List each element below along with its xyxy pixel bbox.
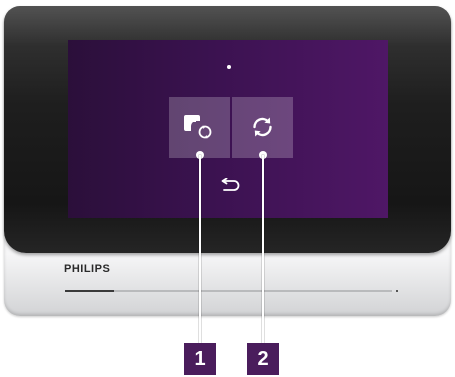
brand-logo: PHILIPS — [64, 263, 111, 275]
sync-button[interactable] — [232, 97, 293, 158]
rotate-screen-button[interactable] — [169, 97, 230, 158]
status-indicator-dot — [227, 65, 231, 69]
callout-2-label: 2 — [247, 343, 279, 375]
rotate-screen-icon — [184, 115, 212, 139]
callout-1-label: 1 — [184, 343, 216, 375]
back-arrow-icon[interactable] — [219, 178, 241, 194]
volume-slider[interactable] — [65, 290, 392, 292]
slider-fill — [65, 290, 115, 292]
sync-icon — [253, 117, 272, 137]
slider-end-dot — [396, 290, 398, 292]
touch-screen — [68, 40, 388, 218]
callout-1-line — [199, 155, 201, 343]
callout-2-line — [262, 155, 264, 343]
